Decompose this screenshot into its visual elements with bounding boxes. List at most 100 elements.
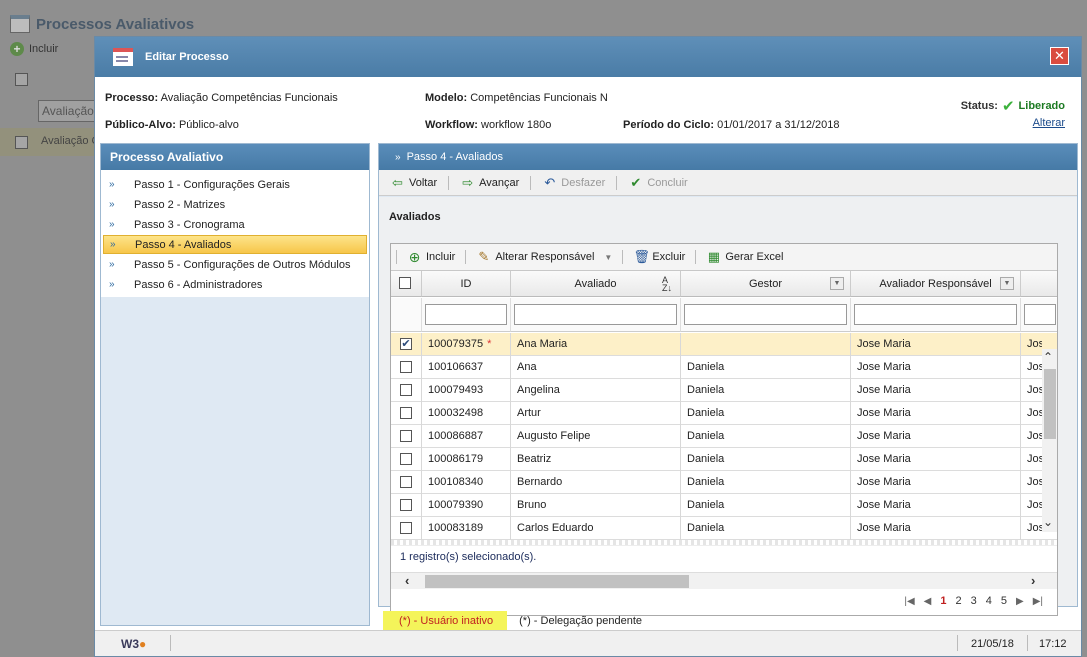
sidebar-step-5[interactable]: » Passo 5 - Configurações de Outros Módul… <box>103 255 367 274</box>
table-row[interactable]: 100083189 Carlos Eduardo Daniela Jose Maria… <box>391 517 1057 540</box>
gestor-filter-input[interactable] <box>684 304 847 325</box>
cell-avaliado-text: Ana Maria <box>517 338 568 350</box>
double-chevron-icon: » <box>109 219 115 230</box>
cell-gestor-text: Daniela <box>687 430 725 442</box>
vertical-scroll-thumb[interactable] <box>1044 369 1056 439</box>
cell-gestor: Daniela <box>681 425 851 448</box>
filter-cell-gestor <box>681 298 851 332</box>
row-checkbox[interactable] <box>400 361 412 373</box>
last-page-icon[interactable]: ▶| <box>1033 596 1043 607</box>
avaliador-filter-input[interactable] <box>854 304 1017 325</box>
next-page-icon[interactable]: ▶ <box>1016 596 1024 607</box>
column-header-avaliado[interactable]: Avaliado A Z↓ <box>511 271 681 297</box>
sidebar-step-4[interactable]: » Passo 4 - Avaliados <box>103 235 367 254</box>
filter-cell-avaliado <box>511 298 681 332</box>
delete-button[interactable]: 🗑 Excluir <box>628 250 690 264</box>
cell-extra-text: Jos <box>1027 338 1042 350</box>
step-content-panel: » Passo 4 - Avaliados ⇦ Voltar ⇨ Avançar… <box>378 143 1078 616</box>
cell-extra-text: Jos <box>1027 522 1042 534</box>
table-row[interactable]: 100086179 Beatriz Daniela Jose Maria Jos <box>391 448 1057 471</box>
footer-separator <box>170 635 171 651</box>
cell-gestor-text: Daniela <box>687 499 725 511</box>
prev-page-icon[interactable]: ◀ <box>924 596 932 607</box>
footer-separator <box>1027 635 1028 651</box>
cell-avaliador-text: Jose Maria <box>857 499 911 511</box>
finish-label: Concluir <box>647 176 688 189</box>
cell-avaliador-text: Jose Maria <box>857 338 911 350</box>
chevron-left-icon[interactable]: ‹ <box>405 573 409 588</box>
column-header-avaliador[interactable]: Avaliador Responsável ▼ <box>851 271 1021 297</box>
row-checkbox[interactable] <box>400 384 412 396</box>
forward-button[interactable]: ⇨ Avançar <box>455 174 524 190</box>
sidebar-step-2[interactable]: » Passo 2 - Matrizes <box>103 195 367 214</box>
column-header-id[interactable]: ID <box>422 271 511 297</box>
row-checkbox[interactable] <box>400 499 412 511</box>
extra-filter-input[interactable] <box>1024 304 1056 325</box>
row-checkbox[interactable]: ✔ <box>400 338 412 350</box>
pagination: |◀ ◀ 1 2 3 4 5 ▶ ▶| <box>904 595 1043 607</box>
select-all-checkbox[interactable] <box>399 277 411 289</box>
table-row[interactable]: 100079493 Angelina Daniela Jose Maria Jos <box>391 379 1057 402</box>
chevron-down-icon[interactable]: ⌄ <box>1043 515 1053 529</box>
first-page-icon[interactable]: |◀ <box>904 596 914 607</box>
modelo-label: Modelo: <box>425 92 468 104</box>
avaliado-header-label: Avaliado <box>574 277 617 290</box>
export-excel-button[interactable]: ▦ Gerar Excel <box>701 250 788 264</box>
page-2[interactable]: 2 <box>956 595 962 607</box>
sort-az-icon[interactable]: A Z↓ <box>662 276 672 293</box>
cell-extra-text: Jos <box>1027 453 1042 465</box>
table-row[interactable]: ✔ 100079375* Ana Maria Jose Maria Jos <box>391 333 1057 356</box>
forward-arrow-icon: ⇨ <box>462 174 474 190</box>
page-5[interactable]: 5 <box>1001 595 1007 607</box>
cell-gestor-text: Daniela <box>687 407 725 419</box>
change-responsible-button[interactable]: ✎ Alterar Responsável ▼ <box>471 250 617 264</box>
undo-button[interactable]: ↶ Desfazer <box>537 174 610 190</box>
cell-avaliador: Jose Maria <box>851 517 1021 540</box>
cell-id-text: 100083189 <box>428 522 484 534</box>
table-row[interactable]: 100106637 Ana Daniela Jose Maria Jos <box>391 356 1057 379</box>
cell-avaliado-text: Angelina <box>517 384 560 396</box>
chevron-down-icon[interactable]: ▼ <box>1000 277 1014 290</box>
chevron-down-icon[interactable]: ▼ <box>830 277 844 290</box>
chevron-right-icon[interactable]: › <box>1031 573 1035 588</box>
sidebar-step-6[interactable]: » Passo 6 - Administradores <box>103 275 367 294</box>
back-button[interactable]: ⇦ Voltar <box>385 175 442 190</box>
row-checkbox[interactable] <box>400 522 412 534</box>
cell-gestor-text: Daniela <box>687 522 725 534</box>
sidebar-step-1[interactable]: » Passo 1 - Configurações Gerais <box>103 175 367 194</box>
page-4[interactable]: 4 <box>986 595 992 607</box>
alterar-link[interactable]: Alterar <box>1033 117 1065 129</box>
row-checkbox[interactable] <box>400 407 412 419</box>
grid-toolbar: ⊕ Incluir ✎ Alterar Responsável ▼ 🗑 Excl… <box>391 244 1057 271</box>
footer: W3● 21/05/18 17:12 <box>95 630 1081 656</box>
chevron-up-icon[interactable]: ⌃ <box>1043 350 1053 364</box>
horizontal-scrollbar[interactable]: ‹ › <box>391 572 1057 589</box>
table-row[interactable]: 100079390 Bruno Daniela Jose Maria Jos <box>391 494 1057 517</box>
undo-icon: ↶ <box>544 174 556 190</box>
horizontal-scroll-thumb[interactable] <box>425 575 689 588</box>
change-responsible-label: Alterar Responsável <box>495 251 595 263</box>
cell-avaliador: Jose Maria <box>851 425 1021 448</box>
step-panel-header: » Passo 4 - Avaliados <box>379 144 1077 170</box>
column-header-gestor[interactable]: Gestor ▼ <box>681 271 851 297</box>
grid-include-button[interactable]: ⊕ Incluir <box>402 250 460 264</box>
table-row[interactable]: 100032498 Artur Daniela Jose Maria Jos <box>391 402 1057 425</box>
avaliado-filter-input[interactable] <box>514 304 677 325</box>
id-filter-input[interactable] <box>425 304 507 325</box>
page-1[interactable]: 1 <box>940 595 946 607</box>
cell-avaliado-text: Bruno <box>517 499 547 511</box>
page-3[interactable]: 3 <box>971 595 977 607</box>
table-row[interactable]: 100108340 Bernardo Daniela Jose Maria Jos <box>391 471 1057 494</box>
finish-button[interactable]: ✔ Concluir <box>623 175 692 190</box>
row-checkbox[interactable] <box>400 430 412 442</box>
double-chevron-icon: » <box>109 179 115 190</box>
toolbar-separator <box>616 175 618 190</box>
table-row[interactable]: 100086887 Augusto Felipe Daniela Jose Maria… <box>391 425 1057 448</box>
sidebar-step-3[interactable]: » Passo 3 - Cronograma <box>103 215 367 234</box>
step-panel-title: Passo 4 - Avaliados <box>406 151 503 163</box>
close-button[interactable]: ✕ <box>1050 47 1069 65</box>
vertical-scrollbar[interactable]: ⌃ ⌄ <box>1042 349 1057 532</box>
row-checkbox[interactable] <box>400 476 412 488</box>
background-filter-field: Avaliação <box>38 100 98 122</box>
row-checkbox[interactable] <box>400 453 412 465</box>
